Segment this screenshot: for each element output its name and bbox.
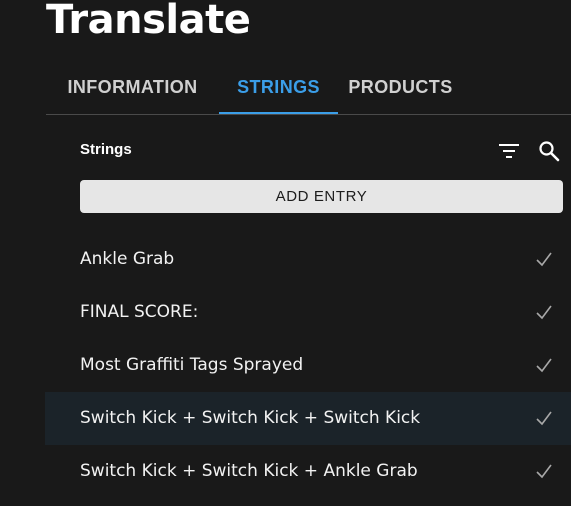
checkmark-icon (536, 305, 552, 320)
filter-icon (499, 144, 519, 158)
search-button[interactable] (535, 137, 563, 165)
translate-page: Translate INFORMATION STRINGS PRODUCTS S… (0, 0, 571, 506)
add-entry-button[interactable]: ADD ENTRY (80, 180, 563, 213)
string-row-label: Ankle Grab (80, 249, 175, 269)
checkmark-icon (536, 464, 552, 479)
filter-button[interactable] (495, 137, 523, 165)
string-row[interactable]: Ankle Grab (45, 233, 571, 286)
string-row[interactable]: FINAL SCORE: (45, 286, 571, 339)
string-row[interactable]: Most Graffiti Tags Sprayed (45, 339, 571, 392)
string-row-selected[interactable]: Switch Kick + Switch Kick + Switch Kick (45, 392, 571, 445)
string-row-label: Switch Kick + Switch Kick + Switch Kick (80, 408, 421, 428)
tab-bar: INFORMATION STRINGS PRODUCTS (46, 62, 571, 115)
strings-heading: Strings (80, 141, 132, 158)
tab-products[interactable]: PRODUCTS (338, 62, 463, 112)
strings-list: Ankle Grab FINAL SCORE: Most Graffiti Ta… (45, 233, 571, 498)
string-row-label: Most Graffiti Tags Sprayed (80, 355, 304, 375)
search-icon (539, 141, 560, 162)
checkmark-icon (536, 411, 552, 426)
string-row-label: FINAL SCORE: (80, 302, 199, 322)
checkmark-icon (536, 252, 552, 267)
string-row-label: Switch Kick + Switch Kick + Ankle Grab (80, 461, 418, 481)
tab-strings[interactable]: STRINGS (219, 62, 338, 114)
checkmark-icon (536, 358, 552, 373)
string-row[interactable]: Switch Kick + Switch Kick + Ankle Grab (45, 445, 571, 498)
tab-information[interactable]: INFORMATION (46, 62, 219, 112)
page-title: Translate (46, 0, 251, 43)
